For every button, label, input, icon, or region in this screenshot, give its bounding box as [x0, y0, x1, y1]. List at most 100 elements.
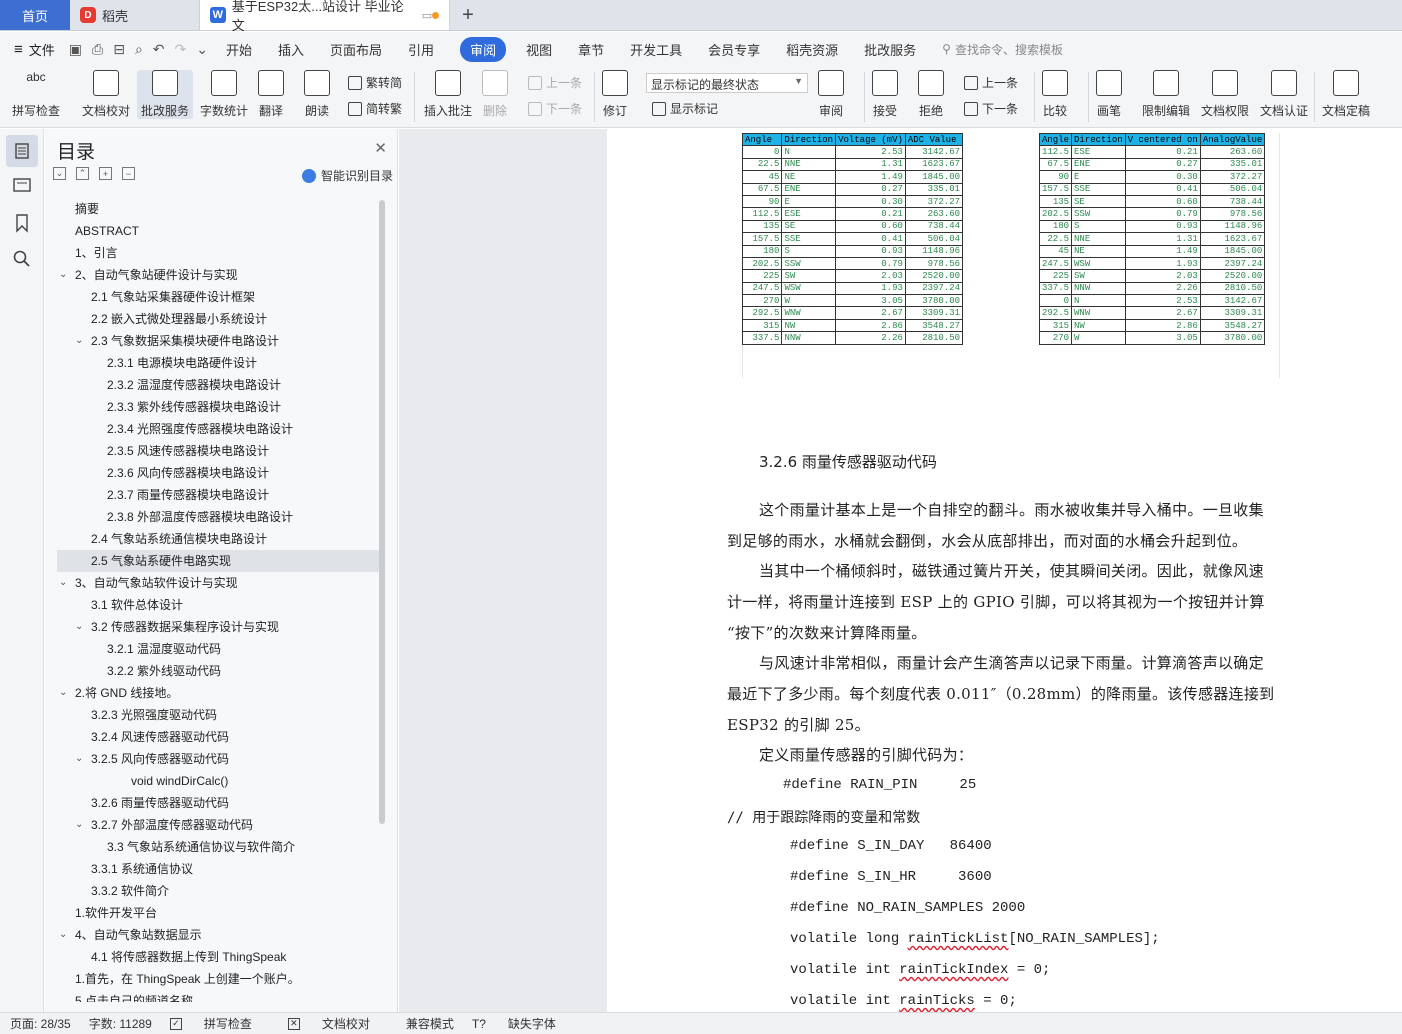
show-markup-button[interactable]: 显示标记	[652, 100, 718, 117]
save-icon[interactable]: ▣	[69, 41, 82, 58]
word-count[interactable]: 字数: 11289	[89, 1015, 152, 1032]
chevron-down-icon[interactable]: ⌄	[59, 264, 67, 286]
toc-item[interactable]: 2.3.3 紫外线传感器模块电路设计	[57, 396, 379, 418]
doc-final-button[interactable]: 文档定稿	[1322, 70, 1370, 119]
missing-font[interactable]: T? 缺失字体	[472, 1015, 574, 1032]
review-pane-button[interactable]: 审阅	[818, 70, 844, 119]
menu-item-references[interactable]: 引用	[408, 40, 434, 59]
chevron-down-icon[interactable]: ⌄	[59, 924, 67, 946]
toc-item-selected[interactable]: 2.5 气象站系硬件电路实现	[57, 550, 379, 572]
chevron-down-icon[interactable]: ⌄	[75, 748, 83, 770]
menu-item-review[interactable]: 审阅	[460, 36, 507, 62]
toc-item[interactable]: 3.1 软件总体设计	[57, 594, 379, 616]
close-icon[interactable]: ✕	[374, 139, 387, 157]
toc-item[interactable]: 摘要	[57, 198, 379, 220]
spell-check-button[interactable]: abc 拼写检查	[12, 70, 60, 119]
tab-docer[interactable]: D 稻壳	[70, 0, 200, 30]
menu-item-review-service[interactable]: 批改服务	[864, 40, 916, 59]
restrict-editing-button[interactable]: 限制编辑	[1142, 70, 1190, 119]
toc-item[interactable]: 5.点击自己的频道名称。	[57, 990, 379, 1002]
tab-document[interactable]: W 基于ESP32太...站设计 毕业论文 ▭	[200, 0, 450, 33]
toc-item[interactable]: ⌄ 3.2 传感器数据采集程序设计与实现	[57, 616, 379, 638]
prev-comment-button[interactable]: 上一条	[528, 74, 582, 91]
redo-icon[interactable]: ↷	[175, 41, 187, 58]
toc-item[interactable]: 1.首先，在 ThingSpeak 上创建一个账户。	[57, 968, 379, 990]
chevron-down-icon[interactable]: ⌄	[59, 572, 67, 594]
trad-to-simp-button[interactable]: 繁转简	[348, 74, 402, 91]
toc-item[interactable]: 2.2 嵌入式微处理器最小系统设计	[57, 308, 379, 330]
chevron-down-icon[interactable]: ⌄	[59, 682, 67, 704]
print-icon[interactable]: ⊟	[113, 41, 125, 58]
next-comment-button[interactable]: 下一条	[528, 100, 582, 117]
toc-item[interactable]: void windDirCalc()	[57, 770, 379, 792]
track-changes-button[interactable]: 修订	[602, 70, 628, 119]
export-icon[interactable]: ⎙	[92, 41, 103, 58]
collapse-all-icon[interactable]: ⌃	[76, 167, 89, 180]
insert-comment-button[interactable]: 插入批注	[424, 70, 472, 119]
menu-item-view[interactable]: 视图	[526, 40, 552, 59]
toc-item[interactable]: ⌄ 2、自动气象站硬件设计与实现	[57, 264, 379, 286]
menu-item-devtools[interactable]: 开发工具	[630, 40, 682, 59]
toc-item[interactable]: 2.1 气象站采集器硬件设计框架	[57, 286, 379, 308]
toc-item[interactable]: 2.3.6 风向传感器模块电路设计	[57, 462, 379, 484]
menu-item-member[interactable]: 会员专享	[708, 40, 760, 59]
proofread-button[interactable]: 文档校对	[82, 70, 130, 119]
menu-item-start[interactable]: 开始	[226, 40, 252, 59]
read-aloud-button[interactable]: 朗读	[304, 70, 330, 119]
simp-to-trad-button[interactable]: 简转繁	[348, 100, 402, 117]
toc-item[interactable]: ⌄ 3.2.5 风向传感器驱动代码	[57, 748, 379, 770]
review-service-button[interactable]: 批改服务	[137, 70, 194, 119]
toc-item[interactable]: 2.4 气象站系统通信模块电路设计	[57, 528, 379, 550]
markup-state-select[interactable]: 显示标记的最终状态 ▼	[646, 73, 808, 93]
page-indicator[interactable]: 页面: 28/35	[10, 1015, 71, 1032]
toc-item[interactable]: 3.2.6 雨量传感器驱动代码	[57, 792, 379, 814]
translate-button[interactable]: 翻译	[258, 70, 284, 119]
chevron-down-icon[interactable]: ⌄	[75, 616, 83, 638]
chevron-down-icon[interactable]: ⌄	[75, 814, 83, 836]
toc-item[interactable]: 2.3.5 风速传感器模块电路设计	[57, 440, 379, 462]
toc-item[interactable]: ⌄ 3.2.7 外部温度传感器驱动代码	[57, 814, 379, 836]
doc-rights-button[interactable]: 文档权限	[1201, 70, 1249, 119]
toc-item[interactable]: 4.1 将传感器数据上传到 ThingSpeak	[57, 946, 379, 968]
toc-item[interactable]: 3.2.3 光照强度驱动代码	[57, 704, 379, 726]
accept-button[interactable]: 接受	[872, 70, 898, 119]
pin-icon[interactable]: ▭	[422, 9, 432, 22]
delete-comment-button[interactable]: 删除	[482, 70, 508, 119]
print-preview-icon[interactable]: ⌕	[135, 41, 143, 58]
doc-cert-button[interactable]: 文档认证	[1260, 70, 1308, 119]
add-level-icon[interactable]: +	[99, 167, 112, 180]
toc-item[interactable]: ⌄ 3、自动气象站软件设计与实现	[57, 572, 379, 594]
chevron-down-icon[interactable]: ⌄	[75, 330, 83, 352]
bookmark-nav-button[interactable]	[12, 213, 32, 233]
command-search[interactable]: ⚲ 查找命令、搜索模板	[942, 41, 1063, 58]
word-count-button[interactable]: 字数统计	[200, 70, 248, 119]
toc-item[interactable]: 1.软件开发平台	[57, 902, 379, 924]
pen-button[interactable]: 画笔	[1096, 70, 1122, 119]
next-change-button[interactable]: 下一条	[964, 100, 1018, 117]
menu-item-insert[interactable]: 插入	[278, 40, 304, 59]
smart-toc-button[interactable]: 智能识别目录	[301, 167, 393, 184]
status-proofread[interactable]: ✕ 文档校对	[287, 1015, 388, 1032]
toc-item[interactable]: 3.2.1 温湿度驱动代码	[57, 638, 379, 660]
more-icon[interactable]: ⌄	[196, 41, 208, 58]
toc-item[interactable]: 1、引言	[57, 242, 379, 264]
file-menu[interactable]: ≡ 文件	[14, 40, 55, 59]
expand-all-icon[interactable]: ⌄	[53, 167, 66, 180]
find-nav-button[interactable]	[12, 249, 32, 269]
toc-scrollbar[interactable]	[379, 200, 385, 824]
reject-button[interactable]: 拒绝	[918, 70, 944, 119]
undo-icon[interactable]: ↶	[153, 41, 165, 58]
toc-item[interactable]: 2.3.1 电源模块电路硬件设计	[57, 352, 379, 374]
toc-item[interactable]: 3.2.4 风速传感器驱动代码	[57, 726, 379, 748]
status-spell-check[interactable]: ✓ 拼写检查	[169, 1015, 270, 1032]
remove-level-icon[interactable]: −	[122, 167, 135, 180]
toc-item[interactable]: 2.3.7 雨量传感器模块电路设计	[57, 484, 379, 506]
toc-item[interactable]: 2.3.8 外部温度传感器模块电路设计	[57, 506, 379, 528]
toc-item[interactable]: 2.3.4 光照强度传感器模块电路设计	[57, 418, 379, 440]
toc-item[interactable]: 3.2.2 紫外线驱动代码	[57, 660, 379, 682]
new-tab-button[interactable]: +	[450, 0, 486, 30]
menu-item-chapter[interactable]: 章节	[578, 40, 604, 59]
toc-item[interactable]: 2.3.2 温湿度传感器模块电路设计	[57, 374, 379, 396]
toc-item[interactable]: ABSTRACT	[57, 220, 379, 242]
toc-item[interactable]: 3.3 气象站系统通信协议与软件简介	[57, 836, 379, 858]
